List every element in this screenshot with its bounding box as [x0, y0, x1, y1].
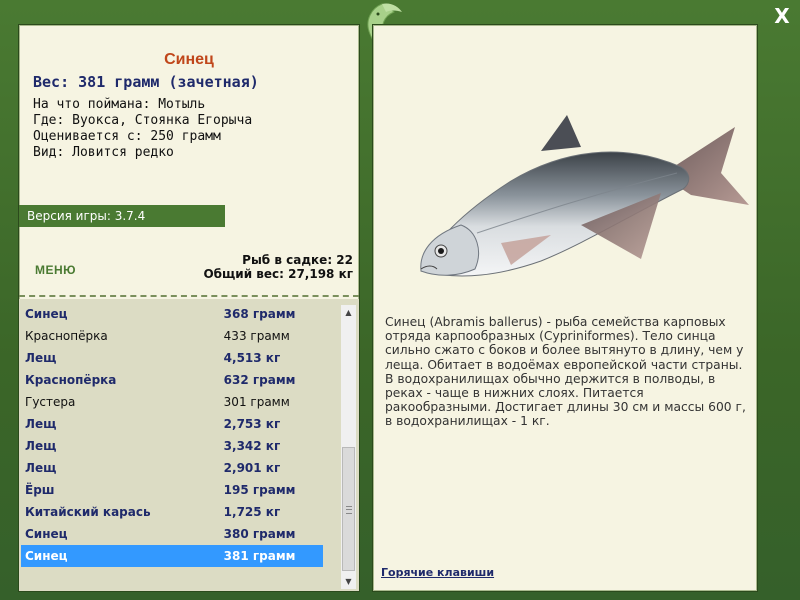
- info-min-weight: Оценивается с: 250 грамм: [33, 129, 221, 144]
- catch-fish-name: Густера: [25, 395, 76, 409]
- catch-fish-name: Синец: [25, 549, 68, 563]
- close-button[interactable]: X: [772, 6, 792, 26]
- grip-icon: [346, 506, 352, 514]
- catch-fish-name: Лещ: [25, 439, 57, 453]
- game-window: X Синец Вес: 381 грамм (зачетная) На что…: [0, 0, 800, 600]
- catch-fish-name: Краснопёрка: [25, 373, 117, 387]
- menu-button[interactable]: МЕНЮ: [35, 263, 76, 277]
- info-rarity: Вид: Ловится редко: [33, 145, 174, 160]
- catch-info-panel: Синец Вес: 381 грамм (зачетная) На что п…: [18, 24, 360, 592]
- catch-fish-weight: 632 грамм: [223, 373, 296, 387]
- catch-fish-name: Синец: [25, 527, 68, 541]
- catch-list-row[interactable]: Лещ 2,901 кг: [21, 457, 323, 479]
- catch-list-row[interactable]: Ёрш 195 грамм: [21, 479, 323, 501]
- catch-stats: Рыб в садке: 22 Общий вес: 27,198 кг: [203, 253, 353, 281]
- hotkeys-link[interactable]: Горячие клавиши: [381, 566, 494, 579]
- catch-fish-weight: 368 грамм: [223, 307, 296, 321]
- catch-fish-name: Лещ: [25, 461, 57, 475]
- catch-list-row[interactable]: Синец 381 грамм: [21, 545, 323, 567]
- scroll-down-arrow-icon[interactable]: ▼: [341, 574, 356, 589]
- fish-description: Синец (Abramis ballerus) - рыба семейств…: [385, 315, 746, 429]
- catch-fish-name: Лещ: [25, 417, 57, 431]
- catch-fish-weight: 380 грамм: [223, 527, 296, 541]
- catch-list-row[interactable]: Краснопёрка 632 грамм: [21, 369, 323, 391]
- list-scrollbar[interactable]: ▲ ▼: [341, 305, 356, 589]
- info-location: Где: Вуокса, Стоянка Егорыча: [33, 113, 253, 128]
- game-version: Версия игры: 3.7.4: [19, 205, 225, 227]
- divider: [19, 295, 359, 297]
- catch-fish-weight: 381 грамм: [223, 549, 296, 563]
- catch-fish-name: Лещ: [25, 351, 57, 365]
- catch-list-row[interactable]: Лещ 4,513 кг: [21, 347, 323, 369]
- catch-fish-weight: 3,342 кг: [223, 439, 281, 453]
- scroll-up-arrow-icon[interactable]: ▲: [341, 305, 356, 320]
- catch-list-row[interactable]: Краснопёрка 433 грамм: [21, 325, 323, 347]
- catch-fish-name: Ёрш: [25, 483, 55, 497]
- catch-list-row[interactable]: Лещ 2,753 кг: [21, 413, 323, 435]
- catch-fish-weight: 2,901 кг: [223, 461, 281, 475]
- total-weight: Общий вес: 27,198 кг: [203, 267, 353, 281]
- catch-fish-name: Краснопёрка: [25, 329, 108, 343]
- catch-fish-name: Синец: [25, 307, 68, 321]
- fish-count: Рыб в садке: 22: [242, 253, 353, 267]
- fish-weight-line: Вес: 381 грамм (зачетная): [33, 73, 259, 91]
- catch-list-row[interactable]: Синец 368 грамм: [21, 303, 323, 325]
- catch-fish-weight: 195 грамм: [223, 483, 296, 497]
- catch-fish-weight: 2,753 кг: [223, 417, 281, 431]
- catch-list-row[interactable]: Густера 301 грамм: [21, 391, 323, 413]
- catch-list: Синец 368 грамм Краснопёрка 433 грамм Лещ 4,5…: [21, 303, 323, 567]
- fish-image: [420, 115, 749, 277]
- catch-list-row[interactable]: Китайский карась 1,725 кг: [21, 501, 323, 523]
- catch-fish-weight: 1,725 кг: [223, 505, 281, 519]
- catch-fish-weight: 4,513 кг: [223, 351, 281, 365]
- fish-name-title: Синец: [164, 51, 214, 68]
- catch-list-area: Синец 368 грамм Краснопёрка 433 грамм Лещ 4,5…: [19, 299, 359, 591]
- catch-list-row[interactable]: Лещ 3,342 кг: [21, 435, 323, 457]
- catch-fish-weight: 301 грамм: [223, 395, 290, 409]
- catch-fish-name: Китайский карась: [25, 505, 151, 519]
- catch-list-row[interactable]: Синец 380 грамм: [21, 523, 323, 545]
- scroll-thumb[interactable]: [342, 447, 355, 571]
- fish-description-panel: Синец (Abramis ballerus) - рыба семейств…: [372, 24, 758, 592]
- catch-fish-weight: 433 грамм: [223, 329, 290, 343]
- info-bait: На что поймана: Мотыль: [33, 97, 206, 112]
